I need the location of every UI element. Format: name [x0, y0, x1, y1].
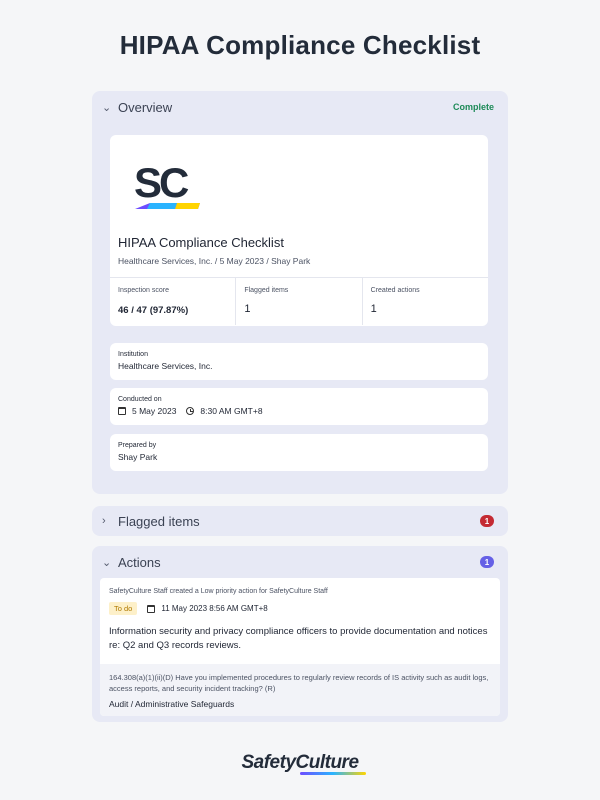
field-value: Healthcare Services, Inc. [118, 361, 213, 371]
field-label: Prepared by [118, 442, 157, 449]
prepared-field: Prepared by Shay Park [110, 434, 488, 471]
svg-text:SC: SC [134, 159, 189, 206]
action-due-date: 11 May 2023 8:56 AM GMT+8 [161, 604, 268, 613]
report-card: SC HIPAA Compliance Checklist Healthcare… [110, 135, 488, 326]
conducted-field: Conducted on 5 May 2023 8:30 AM GMT+8 [110, 388, 488, 425]
field-value: Shay Park [118, 452, 158, 462]
overview-panel: ⌄ Overview Complete SC HIPAA Compliance … [92, 91, 508, 494]
stat-label: Inspection score [118, 287, 169, 294]
footer-brand-logo: SafetyCulture [241, 752, 359, 773]
action-description: Information security and privacy complia… [109, 626, 488, 651]
brand-underline [300, 772, 366, 775]
stat-label: Flagged items [244, 287, 289, 294]
action-meta: SafetyCulture Staff created a Low priori… [109, 588, 328, 595]
flagged-count-badge: 1 [480, 515, 494, 527]
stat-flagged-items[interactable]: Flagged items 1 [236, 278, 363, 325]
stats-row: Inspection score 46 / 47 (97.87%) Flagge… [110, 277, 488, 325]
clock-icon [186, 407, 195, 415]
institution-field: Institution Healthcare Services, Inc. [110, 343, 488, 380]
company-logo: SC [110, 135, 488, 227]
conducted-date: 5 May 2023 [132, 406, 177, 416]
actions-label: Actions [118, 554, 161, 570]
report-subtitle: Healthcare Services, Inc. / 5 May 2023 /… [118, 256, 311, 266]
stat-value: 1 [244, 303, 251, 315]
field-label: Conducted on [118, 396, 162, 403]
conducted-time: 8:30 AM GMT+8 [200, 406, 263, 416]
action-item[interactable]: SafetyCulture Staff created a Low priori… [100, 578, 500, 716]
calendar-icon [118, 407, 126, 415]
flagged-header[interactable]: › Flagged items 1 [92, 506, 508, 536]
stat-value: 1 [370, 303, 377, 315]
stat-inspection-score: Inspection score 46 / 47 (97.87%) [110, 278, 237, 325]
stat-created-actions[interactable]: Created actions 1 [363, 278, 488, 325]
actions-header[interactable]: ⌄ Actions 1 [92, 546, 508, 578]
overview-label: Overview [118, 99, 173, 115]
stat-label: Created actions [370, 287, 420, 294]
status-badge: To do [109, 602, 138, 615]
action-source: 164.308(a)(1)(ii)(D) Have you implemente… [100, 664, 500, 716]
actions-count-badge: 1 [480, 556, 494, 568]
chevron-down-icon: ⌄ [102, 556, 112, 569]
status-complete: Complete [452, 102, 494, 112]
flagged-label: Flagged items [118, 513, 200, 529]
action-question: 164.308(a)(1)(ii)(D) Have you implemente… [109, 673, 489, 693]
calendar-icon [147, 604, 156, 613]
stat-value: 46 / 47 (97.87%) [118, 305, 189, 316]
report-title: HIPAA Compliance Checklist [118, 235, 284, 250]
page-title: HIPAA Compliance Checklist [119, 30, 481, 60]
sc-logo-icon: SC [134, 159, 200, 209]
action-path: Audit / Administrative Safeguards [109, 699, 235, 709]
overview-header[interactable]: ⌄ Overview Complete [92, 91, 508, 123]
flagged-panel[interactable]: › Flagged items 1 [92, 506, 508, 536]
chevron-down-icon: ⌄ [102, 101, 112, 114]
chevron-right-icon: › [102, 515, 106, 527]
actions-panel: ⌄ Actions 1 SafetyCulture Staff created … [92, 546, 508, 722]
field-label: Institution [118, 351, 148, 358]
